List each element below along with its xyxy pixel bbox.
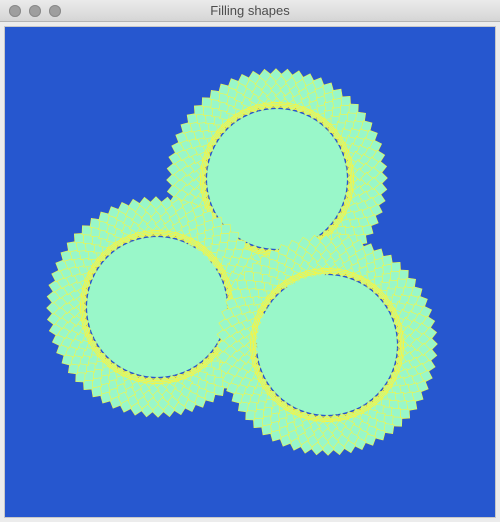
right-circle-fill: [257, 275, 397, 415]
left-circle-fill: [87, 237, 227, 377]
ring-square: [60, 249, 73, 262]
window-title: Filling shapes: [210, 3, 290, 18]
ring-square: [361, 224, 374, 237]
ring-square: [410, 286, 423, 298]
ring-square: [98, 211, 110, 224]
title-bar[interactable]: Filling shapes: [0, 0, 500, 22]
ring-square: [204, 390, 216, 403]
ring-square: [269, 429, 282, 442]
ring-square: [230, 287, 243, 300]
filled-shapes-drawing: [5, 27, 495, 517]
ring-square: [180, 121, 193, 134]
ring-square: [374, 428, 386, 441]
ring-square: [218, 83, 230, 96]
ring-square: [360, 120, 373, 132]
drawing-canvas: [4, 26, 496, 518]
ring-square: [240, 248, 253, 260]
ring-square: [202, 210, 215, 223]
app-window: Filling shapes: [0, 0, 500, 522]
ring-square: [372, 248, 385, 261]
ring-square: [61, 354, 74, 366]
ring-square: [411, 390, 424, 403]
ring-square: [99, 391, 112, 404]
ring-square: [268, 249, 280, 262]
ring-square: [231, 392, 244, 404]
ring-square: [322, 82, 335, 95]
